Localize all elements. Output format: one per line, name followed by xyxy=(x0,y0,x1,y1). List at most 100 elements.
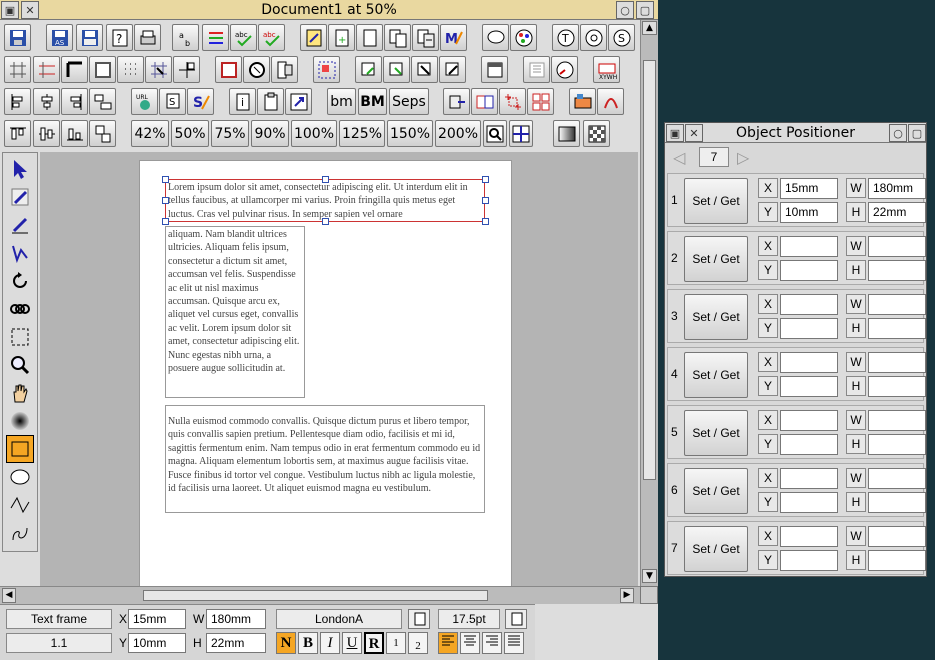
height-field[interactable]: 22mm xyxy=(206,633,266,653)
clipboard-icon[interactable] xyxy=(257,88,284,115)
scroll-left-icon[interactable]: ◀ xyxy=(2,588,16,603)
height-field[interactable] xyxy=(868,434,926,455)
bookmark-button[interactable]: bm xyxy=(327,88,356,115)
y-field[interactable]: 10mm xyxy=(128,633,186,653)
pdf-icon[interactable] xyxy=(597,88,624,115)
y-field[interactable] xyxy=(780,434,838,455)
style-apply-icon[interactable]: S xyxy=(187,88,214,115)
xywh-icon[interactable]: XYWH xyxy=(593,56,620,83)
line-tool-icon[interactable] xyxy=(6,491,34,519)
height-field[interactable] xyxy=(868,260,926,281)
send-backward-icon[interactable] xyxy=(383,56,410,83)
y-field[interactable] xyxy=(780,492,838,513)
crop-marks-icon[interactable] xyxy=(499,88,526,115)
selection-handle[interactable] xyxy=(322,218,329,225)
selection-handle[interactable] xyxy=(482,218,489,225)
link-frames-icon[interactable] xyxy=(243,56,270,83)
height-field[interactable] xyxy=(868,550,926,571)
save-all-icon[interactable] xyxy=(76,24,103,51)
align-centre-text-icon[interactable] xyxy=(460,632,480,654)
style-sheet-icon[interactable]: S xyxy=(159,88,186,115)
increment-arrow-icon[interactable]: ▷ xyxy=(737,148,749,167)
selection-handle[interactable] xyxy=(322,176,329,183)
vertical-scrollbar[interactable]: ▲ ▼ xyxy=(640,20,658,586)
selection-handle[interactable] xyxy=(162,176,169,183)
font-size-menu-icon[interactable] xyxy=(505,609,527,629)
set-get-button[interactable]: Set / Get xyxy=(684,468,748,514)
font-menu-icon[interactable] xyxy=(408,609,430,629)
toggle-size-icon[interactable]: ▢ xyxy=(636,1,654,19)
x-field[interactable]: 15mm xyxy=(128,609,186,629)
y-field[interactable] xyxy=(780,318,838,339)
export-icon[interactable] xyxy=(443,88,470,115)
chain-tool-icon[interactable] xyxy=(6,295,34,323)
set-get-button[interactable]: Set / Get xyxy=(684,294,748,340)
text-style-icon[interactable]: T xyxy=(552,24,579,51)
transparency-icon[interactable] xyxy=(583,120,610,147)
style-manager-icon[interactable]: S xyxy=(608,24,635,51)
text-tool-icon[interactable] xyxy=(6,183,34,211)
width-field[interactable] xyxy=(868,468,926,489)
resize-icon[interactable] xyxy=(285,88,312,115)
height-field[interactable]: 22mm xyxy=(868,202,926,223)
separations-button[interactable]: Seps xyxy=(389,88,429,115)
style-underline-button[interactable]: U xyxy=(342,632,362,654)
positioner-title-bar[interactable]: ▣ ✕ Object Positioner ○ ▢ xyxy=(665,123,926,143)
align-left-text-icon[interactable] xyxy=(438,632,458,654)
print-icon[interactable] xyxy=(134,24,161,51)
vertical-scroll-thumb[interactable] xyxy=(643,60,656,480)
help-icon[interactable]: ? xyxy=(106,24,133,51)
zoom-200-button[interactable]: 200% xyxy=(435,120,481,147)
scroll-down-icon[interactable]: ▼ xyxy=(642,569,657,583)
colour-palette-icon[interactable] xyxy=(510,24,537,51)
x-field[interactable] xyxy=(780,410,838,431)
width-field[interactable]: 180mm xyxy=(868,178,926,199)
height-field[interactable] xyxy=(868,492,926,513)
master-page-icon[interactable]: M xyxy=(440,24,467,51)
distribute-vertical-icon[interactable] xyxy=(89,120,116,147)
y-field[interactable] xyxy=(780,376,838,397)
rulers-icon[interactable] xyxy=(61,56,88,83)
horizontal-scroll-thumb[interactable] xyxy=(143,590,488,601)
selection-handle[interactable] xyxy=(482,197,489,204)
link-tool-icon[interactable] xyxy=(6,239,34,267)
y-field[interactable] xyxy=(780,550,838,571)
horizontal-scrollbar[interactable]: ◀ ▶ xyxy=(0,586,640,604)
scroll-up-icon[interactable]: ▲ xyxy=(642,21,657,35)
x-field[interactable] xyxy=(780,468,838,489)
bring-forward-icon[interactable] xyxy=(355,56,382,83)
resize-grip-icon[interactable] xyxy=(640,586,658,604)
width-field[interactable] xyxy=(868,352,926,373)
window-layout-icon[interactable] xyxy=(481,56,508,83)
x-field[interactable] xyxy=(780,526,838,547)
zoom-90-button[interactable]: 90% xyxy=(251,120,289,147)
curve-tool-icon[interactable] xyxy=(6,519,34,547)
selection-handle[interactable] xyxy=(162,218,169,225)
spell-check-as-you-type-icon[interactable]: abc xyxy=(258,24,285,51)
dial-icon[interactable] xyxy=(551,56,578,83)
text-frame-3[interactable]: Nulla euismod commodo convallis. Quisque… xyxy=(165,405,485,513)
crop-tool-icon[interactable] xyxy=(6,323,34,351)
align-middle-icon[interactable] xyxy=(33,120,60,147)
story-editor-icon[interactable] xyxy=(300,24,327,51)
set-get-button[interactable]: Set / Get xyxy=(684,526,748,572)
height-field[interactable] xyxy=(868,318,926,339)
font-name-field[interactable]: LondonA xyxy=(276,609,402,629)
style-bold-button[interactable]: B xyxy=(298,632,318,654)
snap-objects-icon[interactable] xyxy=(173,56,200,83)
width-field[interactable] xyxy=(868,236,926,257)
width-field[interactable]: 180mm xyxy=(206,609,266,629)
graduated-fill-tool-icon[interactable] xyxy=(6,407,34,435)
hand-tool-icon[interactable] xyxy=(6,379,34,407)
font-size-field[interactable]: 17.5pt xyxy=(438,609,500,629)
set-get-button[interactable]: Set / Get xyxy=(684,236,748,282)
group-icon[interactable] xyxy=(313,56,340,83)
style-italic-button[interactable]: I xyxy=(320,632,340,654)
align-left-icon[interactable] xyxy=(4,88,31,115)
text-flow-icon[interactable] xyxy=(271,56,298,83)
imposition-icon[interactable] xyxy=(471,88,498,115)
snap-grid-icon[interactable] xyxy=(117,56,144,83)
zoom-150-button[interactable]: 150% xyxy=(387,120,433,147)
zoom-50-button[interactable]: 50% xyxy=(171,120,209,147)
comments-icon[interactable] xyxy=(482,24,509,51)
